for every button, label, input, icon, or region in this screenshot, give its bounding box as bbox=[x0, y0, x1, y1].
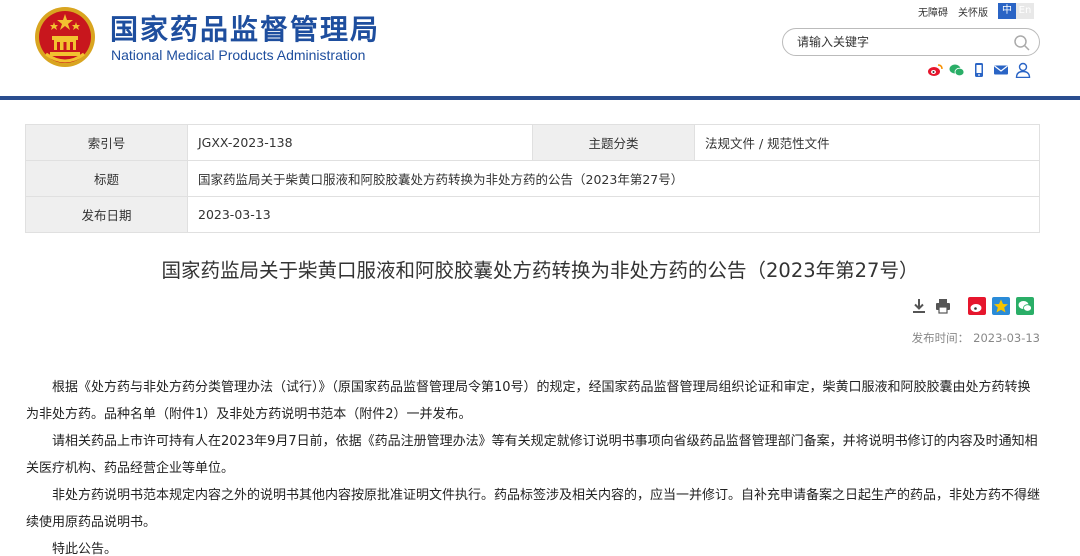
category-label: 主题分类 bbox=[532, 124, 695, 161]
weibo-icon[interactable] bbox=[927, 62, 943, 78]
utility-links: 无障碍 关怀版 中 En bbox=[918, 3, 1034, 19]
download-icon[interactable] bbox=[910, 297, 928, 315]
print-icon[interactable] bbox=[934, 297, 952, 315]
lang-zh-button[interactable]: 中 bbox=[998, 3, 1016, 19]
publish-time-label: 发布时间： bbox=[911, 331, 970, 345]
article-toolbar bbox=[910, 297, 1040, 315]
table-row: 发布日期 2023-03-13 bbox=[25, 196, 1040, 233]
qzone-share-icon[interactable] bbox=[992, 297, 1010, 315]
table-row: 索引号 JGXX-2023-138 主题分类 法规文件 / 规范性文件 bbox=[25, 124, 1040, 161]
title-label: 标题 bbox=[25, 160, 188, 197]
mail-icon[interactable] bbox=[993, 62, 1009, 78]
user-icon[interactable] bbox=[1015, 62, 1031, 78]
search-input[interactable] bbox=[797, 33, 1007, 51]
lang-en-button[interactable]: En bbox=[1016, 3, 1034, 19]
mobile-icon[interactable] bbox=[971, 62, 987, 78]
weibo-share-icon[interactable] bbox=[968, 297, 986, 315]
site-header: 国家药品监督管理局 National Medical Products Admi… bbox=[0, 0, 1080, 100]
national-emblem-icon bbox=[35, 7, 95, 67]
header-divider bbox=[0, 96, 1080, 100]
language-switch: 中 En bbox=[998, 3, 1034, 19]
index-label: 索引号 bbox=[25, 124, 188, 161]
elderly-mode-link[interactable]: 关怀版 bbox=[958, 4, 988, 19]
social-links bbox=[927, 62, 1037, 78]
article-paragraph: 特此公告。 bbox=[52, 542, 118, 556]
site-title[interactable]: 国家药品监督管理局 bbox=[110, 8, 380, 48]
title-value: 国家药监局关于柴黄口服液和阿胶胶囊处方药转换为非处方药的公告（2023年第27号… bbox=[187, 160, 1040, 197]
date-value: 2023-03-13 bbox=[187, 196, 1040, 233]
article-paragraph: 请相关药品上市许可持有人在2023年9月7日前，依据《药品注册管理办法》等有关规… bbox=[26, 434, 1038, 476]
publish-time-value: 2023-03-13 bbox=[973, 331, 1040, 345]
article-body: 根据《处方药与非处方药分类管理办法（试行）》（原国家药品监督管理局令第10号）的… bbox=[26, 374, 1042, 556]
date-label: 发布日期 bbox=[25, 196, 188, 233]
document-info-table: 索引号 JGXX-2023-138 主题分类 法规文件 / 规范性文件 标题 国… bbox=[25, 124, 1040, 233]
publish-time: 发布时间： 2023-03-13 bbox=[912, 330, 1040, 346]
table-row: 标题 国家药监局关于柴黄口服液和阿胶胶囊处方药转换为非处方药的公告（2023年第… bbox=[25, 160, 1040, 197]
wechat-icon[interactable] bbox=[949, 62, 965, 78]
article-title: 国家药监局关于柴黄口服液和阿胶胶囊处方药转换为非处方药的公告（2023年第27号… bbox=[161, 259, 919, 282]
article-paragraph: 根据《处方药与非处方药分类管理办法（试行）》（原国家药品监督管理局令第10号）的… bbox=[26, 380, 1031, 422]
category-value: 法规文件 / 规范性文件 bbox=[694, 124, 1040, 161]
wechat-share-icon[interactable] bbox=[1016, 297, 1034, 315]
accessible-link[interactable]: 无障碍 bbox=[918, 4, 948, 19]
search-icon[interactable] bbox=[1013, 34, 1031, 52]
site-subtitle: National Medical Products Administration bbox=[111, 47, 366, 63]
article-paragraph: 非处方药说明书范本规定内容之外的说明书其他内容按原批准证明文件执行。药品标签涉及… bbox=[26, 488, 1041, 530]
index-value: JGXX-2023-138 bbox=[187, 124, 533, 161]
search-box bbox=[782, 28, 1040, 56]
